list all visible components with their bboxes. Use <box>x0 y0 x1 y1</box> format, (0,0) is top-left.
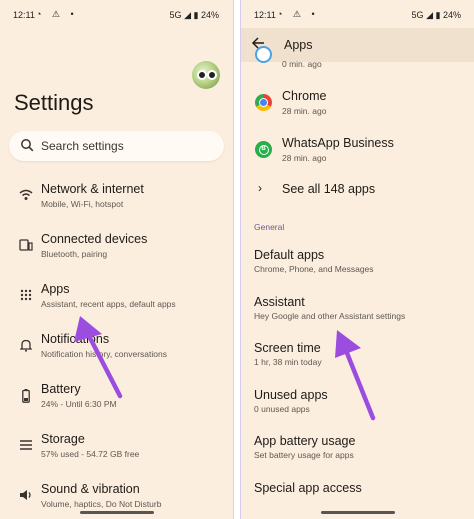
recent-app-name: Chrome <box>282 89 327 103</box>
apps-item-app-battery-usage[interactable]: App battery usage Set battery usage for … <box>241 432 474 468</box>
apps-item-title: Assistant <box>254 295 305 309</box>
settings-item-title: Network & internet <box>41 182 144 196</box>
signal-icon: ◢ <box>426 10 433 20</box>
notification-icons: ◔ ⚠ • <box>36 9 78 19</box>
avatar[interactable] <box>192 61 220 89</box>
settings-item-subtitle: 57% used - 54.72 GB free <box>41 449 140 459</box>
apps-item-screen-time[interactable]: Screen time 1 hr, 38 min today <box>241 339 474 375</box>
settings-item-title: Storage <box>41 432 85 446</box>
apps-item-unused-apps[interactable]: Unused apps 0 unused apps <box>241 386 474 422</box>
avatar-eye-right <box>207 70 217 80</box>
apps-screen: 12:11 ◔ ⚠ • 5G ◢ ▮ 24% Apps 0 min. ago C… <box>240 0 474 519</box>
settings-item-apps[interactable]: Apps Assistant, recent apps, default app… <box>0 281 233 321</box>
battery-percent: 24% <box>442 10 461 20</box>
settings-item-subtitle: Assistant, recent apps, default apps <box>41 299 176 309</box>
status-bar: 12:11 ◔ ⚠ • 5G ◢ ▮ 24% <box>0 0 233 28</box>
apps-item-special-app-access[interactable]: Special app access <box>241 479 474 509</box>
chrome-center <box>259 98 268 107</box>
settings-item-title: Notifications <box>41 332 110 346</box>
page-title: Apps <box>284 38 313 52</box>
apps-item-subtitle: Hey Google and other Assistant settings <box>254 311 406 321</box>
search-icon <box>20 138 34 157</box>
settings-item-notifications[interactable]: Notifications Notification history, conv… <box>0 331 233 371</box>
see-all-apps-link[interactable]: › See all 148 apps <box>241 180 474 200</box>
gesture-navigation-bar[interactable] <box>321 511 395 514</box>
status-bar: 12:11 ◔ ⚠ • 5G ◢ ▮ 24% <box>241 0 474 28</box>
chrome-icon <box>255 94 272 111</box>
see-all-apps-label: See all 148 apps <box>282 182 376 196</box>
apps-item-subtitle: 0 unused apps <box>254 404 310 414</box>
apps-item-default-apps[interactable]: Default apps Chrome, Phone, and Messages <box>241 246 474 282</box>
recent-app-time: 28 min. ago <box>282 153 327 163</box>
settings-item-subtitle: Notification history, conversations <box>41 349 167 359</box>
apps-grid-icon <box>18 289 34 305</box>
search-placeholder: Search settings <box>41 139 124 153</box>
recent-app-whatsapp-business[interactable]: B WhatsApp Business 28 min. ago <box>241 134 474 170</box>
settings-item-title: Sound & vibration <box>41 482 140 496</box>
bell-icon <box>18 339 34 355</box>
apps-item-title: Default apps <box>254 248 325 262</box>
settings-item-storage[interactable]: Storage 57% used - 54.72 GB free <box>0 431 233 471</box>
settings-item-subtitle: Bluetooth, pairing <box>41 249 108 259</box>
settings-item-subtitle: Volume, haptics, Do Not Disturb <box>41 499 162 509</box>
apps-item-title: Unused apps <box>254 388 328 402</box>
settings-screen: 12:11 ◔ ⚠ • 5G ◢ ▮ 24% Settings Search s… <box>0 0 234 519</box>
notification-icons: ◔ ⚠ • <box>277 9 319 19</box>
app-icon <box>255 46 272 63</box>
status-right: 5G ◢ ▮ 24% <box>412 10 461 21</box>
apps-item-title: Screen time <box>254 341 321 355</box>
speaker-icon <box>18 489 34 505</box>
apps-item-title: App battery usage <box>254 434 356 448</box>
settings-item-subtitle: Mobile, Wi-Fi, hotspot <box>41 199 124 209</box>
recent-app-name: WhatsApp Business <box>282 136 394 150</box>
gesture-navigation-bar[interactable] <box>79 511 154 514</box>
settings-item-connected-devices[interactable]: Connected devices Bluetooth, pairing <box>0 231 233 271</box>
battery-status-icon: ▮ <box>435 10 441 20</box>
recent-app-chrome[interactable]: Chrome 28 min. ago <box>241 87 474 123</box>
status-time: 12:11 <box>254 10 276 20</box>
status-right: 5G ◢ ▮ 24% <box>170 10 219 21</box>
settings-item-battery[interactable]: Battery 24% - Until 6:30 PM <box>0 381 233 421</box>
wifi-icon <box>18 189 34 205</box>
apps-item-assistant[interactable]: Assistant Hey Google and other Assistant… <box>241 293 474 329</box>
recent-app-item[interactable]: 0 min. ago <box>241 46 474 72</box>
battery-icon <box>18 389 34 405</box>
battery-percent: 24% <box>200 10 219 20</box>
apps-item-subtitle: 1 hr, 38 min today <box>254 357 322 367</box>
apps-item-title: Special app access <box>254 481 362 495</box>
network-label: 5G <box>169 10 182 20</box>
whatsapp-business-icon: B <box>255 141 272 158</box>
recent-app-time: 28 min. ago <box>282 106 327 116</box>
settings-item-subtitle: 24% - Until 6:30 PM <box>41 399 117 409</box>
settings-item-title: Connected devices <box>41 232 148 246</box>
settings-item-title: Apps <box>41 282 70 296</box>
devices-icon <box>18 239 34 255</box>
avatar-eye-left <box>197 70 207 80</box>
network-label: 5G <box>411 10 424 20</box>
search-input[interactable]: Search settings <box>9 131 224 161</box>
apps-item-subtitle: Chrome, Phone, and Messages <box>254 264 374 274</box>
chevron-right-icon: › <box>258 181 262 195</box>
battery-status-icon: ▮ <box>193 10 199 20</box>
section-header-general: General <box>254 222 285 232</box>
signal-icon: ◢ <box>184 10 191 20</box>
settings-item-network[interactable]: Network & internet Mobile, Wi-Fi, hotspo… <box>0 181 233 221</box>
recent-app-time: 0 min. ago <box>282 59 322 69</box>
whatsapp-b-glyph: B <box>258 144 269 155</box>
settings-item-title: Battery <box>41 382 81 396</box>
status-time: 12:11 <box>13 10 35 20</box>
storage-icon <box>18 439 34 455</box>
apps-item-subtitle: Set battery usage for apps <box>254 450 354 460</box>
page-title: Settings <box>14 90 94 115</box>
